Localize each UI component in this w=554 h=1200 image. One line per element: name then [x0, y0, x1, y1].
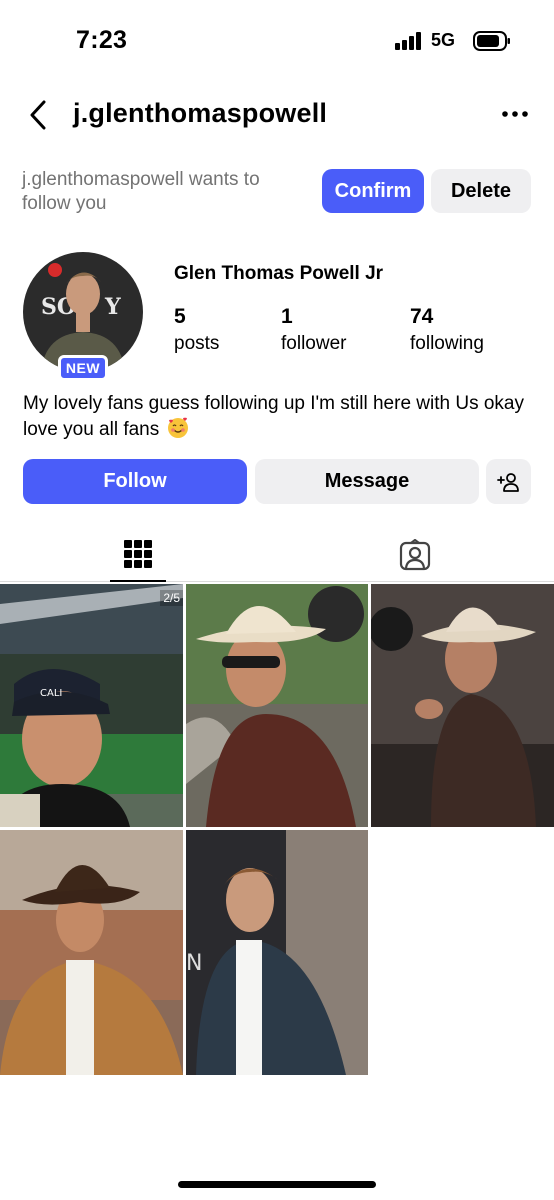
profile-tabs: [0, 528, 554, 582]
page-title: j.glenthomaspowell: [73, 98, 328, 128]
post-thumbnail[interactable]: [371, 584, 554, 827]
tab-tagged[interactable]: [387, 528, 443, 582]
post-thumbnail[interactable]: N: [186, 830, 368, 1075]
follow-request-text: j.glenthomaspowell wants to follow you: [22, 169, 260, 214]
svg-text:Y: Y: [104, 294, 121, 320]
carousel-count: 2/5: [160, 590, 183, 606]
posts-count: 5: [174, 305, 186, 328]
full-name: Glen Thomas Powell Jr: [174, 263, 384, 284]
confirm-button[interactable]: Confirm: [322, 169, 424, 213]
followers-count: 1: [281, 305, 293, 328]
smiling-face-with-hearts-icon: [167, 417, 188, 438]
new-badge: NEW: [58, 355, 108, 381]
post-thumbnail[interactable]: [186, 584, 368, 827]
battery-icon: [473, 31, 510, 51]
status-bar: 7:23 5G: [0, 0, 554, 80]
follow-button[interactable]: Follow: [23, 459, 247, 504]
tab-posts[interactable]: [110, 528, 166, 582]
delete-button[interactable]: Delete: [431, 169, 531, 213]
message-button[interactable]: Message: [255, 459, 479, 504]
posts-label: posts: [174, 333, 220, 354]
followers-stat[interactable]: 1 follower: [281, 304, 346, 356]
following-label: following: [410, 333, 484, 354]
avatar[interactable]: SO Y: [23, 252, 143, 372]
post-thumbnail[interactable]: [0, 830, 183, 1075]
profile-header: j.glenthomaspowell: [0, 90, 554, 140]
more-options-icon[interactable]: [498, 102, 532, 126]
svg-text:N: N: [186, 951, 202, 976]
back-icon[interactable]: [24, 98, 52, 132]
tagged-icon: [399, 539, 431, 571]
add-person-icon: [496, 472, 519, 492]
bio-text: My lovely fans guess following up I'm st…: [23, 393, 524, 440]
posts-stat[interactable]: 5 posts: [174, 304, 219, 356]
status-time: 7:23: [76, 26, 128, 54]
bio: My lovely fans guess following up I'm st…: [23, 391, 543, 443]
following-stat[interactable]: 74 following: [410, 304, 484, 356]
following-count: 74: [410, 305, 434, 328]
home-indicator[interactable]: [178, 1181, 376, 1188]
grid-icon: [124, 540, 152, 568]
followers-label: follower: [281, 333, 347, 354]
post-thumbnail[interactable]: CALI 2/5: [0, 584, 183, 827]
svg-text:CALI: CALI: [40, 688, 62, 699]
signal-icon: [395, 32, 421, 50]
network-label: 5G: [431, 30, 456, 50]
suggest-people-button[interactable]: [486, 459, 531, 504]
